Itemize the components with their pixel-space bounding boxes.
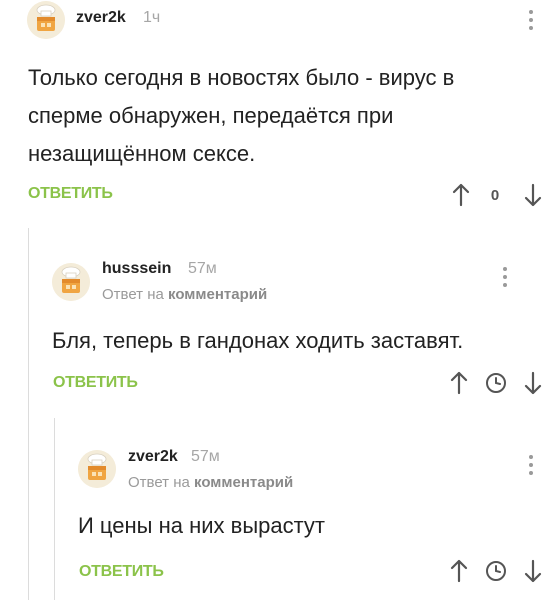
reply-button[interactable]: ОТВЕТИТЬ xyxy=(28,185,113,203)
downvote-icon[interactable] xyxy=(520,182,546,208)
reply-button[interactable]: ОТВЕТИТЬ xyxy=(53,374,138,392)
comment-time: 57м xyxy=(188,260,217,277)
comment-text: Только сегодня в новостях было - вирус в… xyxy=(28,65,455,166)
comment-time: 1ч xyxy=(143,9,161,26)
clock-icon[interactable] xyxy=(483,558,509,584)
comment-3: zver2k 57м Ответ на комментарий И цены н… xyxy=(54,428,559,600)
reply-reference-link[interactable]: комментарий xyxy=(168,286,267,303)
avatar-icon xyxy=(52,263,90,301)
upvote-icon[interactable] xyxy=(448,182,474,208)
rating-value: 0 xyxy=(490,187,500,204)
comment-2: husssein 57м Ответ на комментарий Бля, т… xyxy=(28,240,559,415)
upvote-icon[interactable] xyxy=(446,370,472,396)
avatar[interactable] xyxy=(27,1,65,39)
avatar-icon xyxy=(27,1,65,39)
reply-reference-prefix: Ответ на xyxy=(128,474,190,491)
reply-reference-prefix: Ответ на xyxy=(102,286,164,303)
more-icon[interactable] xyxy=(526,455,536,479)
comment-time: 57м xyxy=(191,448,220,465)
avatar-icon xyxy=(78,450,116,488)
author-name[interactable]: zver2k xyxy=(76,9,126,27)
reply-reference: Ответ на комментарий xyxy=(128,474,293,491)
more-icon[interactable] xyxy=(500,267,510,291)
avatar[interactable] xyxy=(52,263,90,301)
upvote-icon[interactable] xyxy=(446,558,472,584)
author-name[interactable]: husssein xyxy=(102,260,171,278)
reply-button[interactable]: ОТВЕТИТЬ xyxy=(79,563,164,581)
comment-text: И цены на них вырастут xyxy=(78,513,326,538)
comment-text: Бля, теперь в гандонах ходить заставят. xyxy=(52,328,464,353)
comment-1: zver2k 1ч Только сегодня в новостях было… xyxy=(0,0,559,228)
more-icon[interactable] xyxy=(526,10,536,34)
avatar[interactable] xyxy=(78,450,116,488)
reply-reference: Ответ на комментарий xyxy=(102,286,267,303)
downvote-icon[interactable] xyxy=(520,370,546,396)
clock-icon[interactable] xyxy=(483,370,509,396)
downvote-icon[interactable] xyxy=(520,558,546,584)
author-name[interactable]: zver2k xyxy=(128,448,178,466)
reply-reference-link[interactable]: комментарий xyxy=(194,474,293,491)
